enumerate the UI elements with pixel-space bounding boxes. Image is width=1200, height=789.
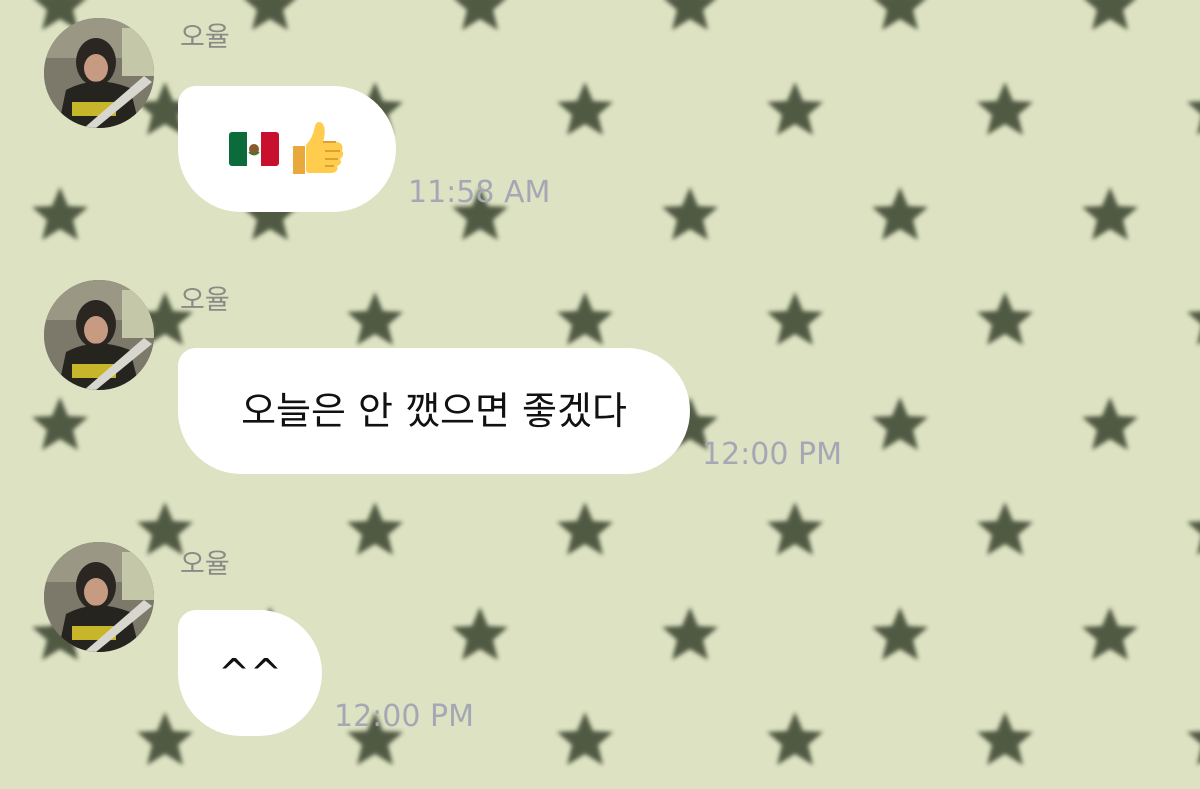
star-icon xyxy=(1082,397,1138,450)
star-icon xyxy=(1082,187,1138,240)
message-bubble[interactable]: ^^ xyxy=(178,610,322,736)
avatar-photo xyxy=(44,18,154,128)
star-icon xyxy=(977,712,1033,765)
emoji-row xyxy=(229,120,345,178)
message-bubble[interactable] xyxy=(178,86,396,212)
message-timestamp: 12:00 PM xyxy=(702,437,842,472)
star-icon xyxy=(977,82,1033,135)
star-icon xyxy=(32,187,88,240)
star-icon xyxy=(557,502,613,555)
star-icon xyxy=(872,0,928,30)
star-icon xyxy=(557,712,613,765)
thumbs-up-icon xyxy=(293,122,344,174)
star-icon xyxy=(662,0,718,30)
avatar-photo xyxy=(44,542,154,652)
avatar[interactable] xyxy=(44,542,154,652)
star-icon xyxy=(662,607,718,660)
avatar[interactable] xyxy=(44,280,154,390)
sender-name: 오율 xyxy=(180,285,230,316)
star-icon xyxy=(557,82,613,135)
sender-name: 오율 xyxy=(180,549,230,580)
sender-name: 오율 xyxy=(180,22,230,53)
star-icon xyxy=(767,292,823,345)
star-icon xyxy=(872,607,928,660)
star-icon xyxy=(977,502,1033,555)
star-icon xyxy=(1187,502,1200,555)
star-icon xyxy=(1187,82,1200,135)
star-icon xyxy=(452,607,508,660)
star-icon xyxy=(242,0,298,30)
avatar[interactable] xyxy=(44,18,154,128)
star-icon xyxy=(767,712,823,765)
star-icon xyxy=(137,712,193,765)
star-icon xyxy=(767,502,823,555)
message-text: ^^ xyxy=(218,651,282,695)
star-icon xyxy=(1082,0,1138,30)
message-bubble[interactable]: 오늘은 안 깼으면 좋겠다 xyxy=(178,348,690,474)
star-icon xyxy=(977,292,1033,345)
star-icon xyxy=(1187,292,1200,345)
star-icon xyxy=(557,292,613,345)
star-icon xyxy=(767,82,823,135)
star-icon xyxy=(137,502,193,555)
message-timestamp: 12:00 PM xyxy=(334,699,474,734)
star-icon xyxy=(347,292,403,345)
star-icon xyxy=(32,397,88,450)
message-text: 오늘은 안 깼으면 좋겠다 xyxy=(241,389,627,433)
star-icon xyxy=(872,187,928,240)
star-icon xyxy=(872,397,928,450)
star-icon xyxy=(452,0,508,30)
mexico-flag-icon xyxy=(229,132,279,166)
star-icon xyxy=(1187,712,1200,765)
message-timestamp: 11:58 AM xyxy=(408,175,551,210)
star-icon xyxy=(662,187,718,240)
star-icon xyxy=(1082,607,1138,660)
star-icon xyxy=(347,502,403,555)
chat-screen: 오율 11:58 AM 오율 오늘은 안 깼으면 좋겠다 12:00 PM 오율… xyxy=(0,0,1200,789)
avatar-photo xyxy=(44,280,154,390)
